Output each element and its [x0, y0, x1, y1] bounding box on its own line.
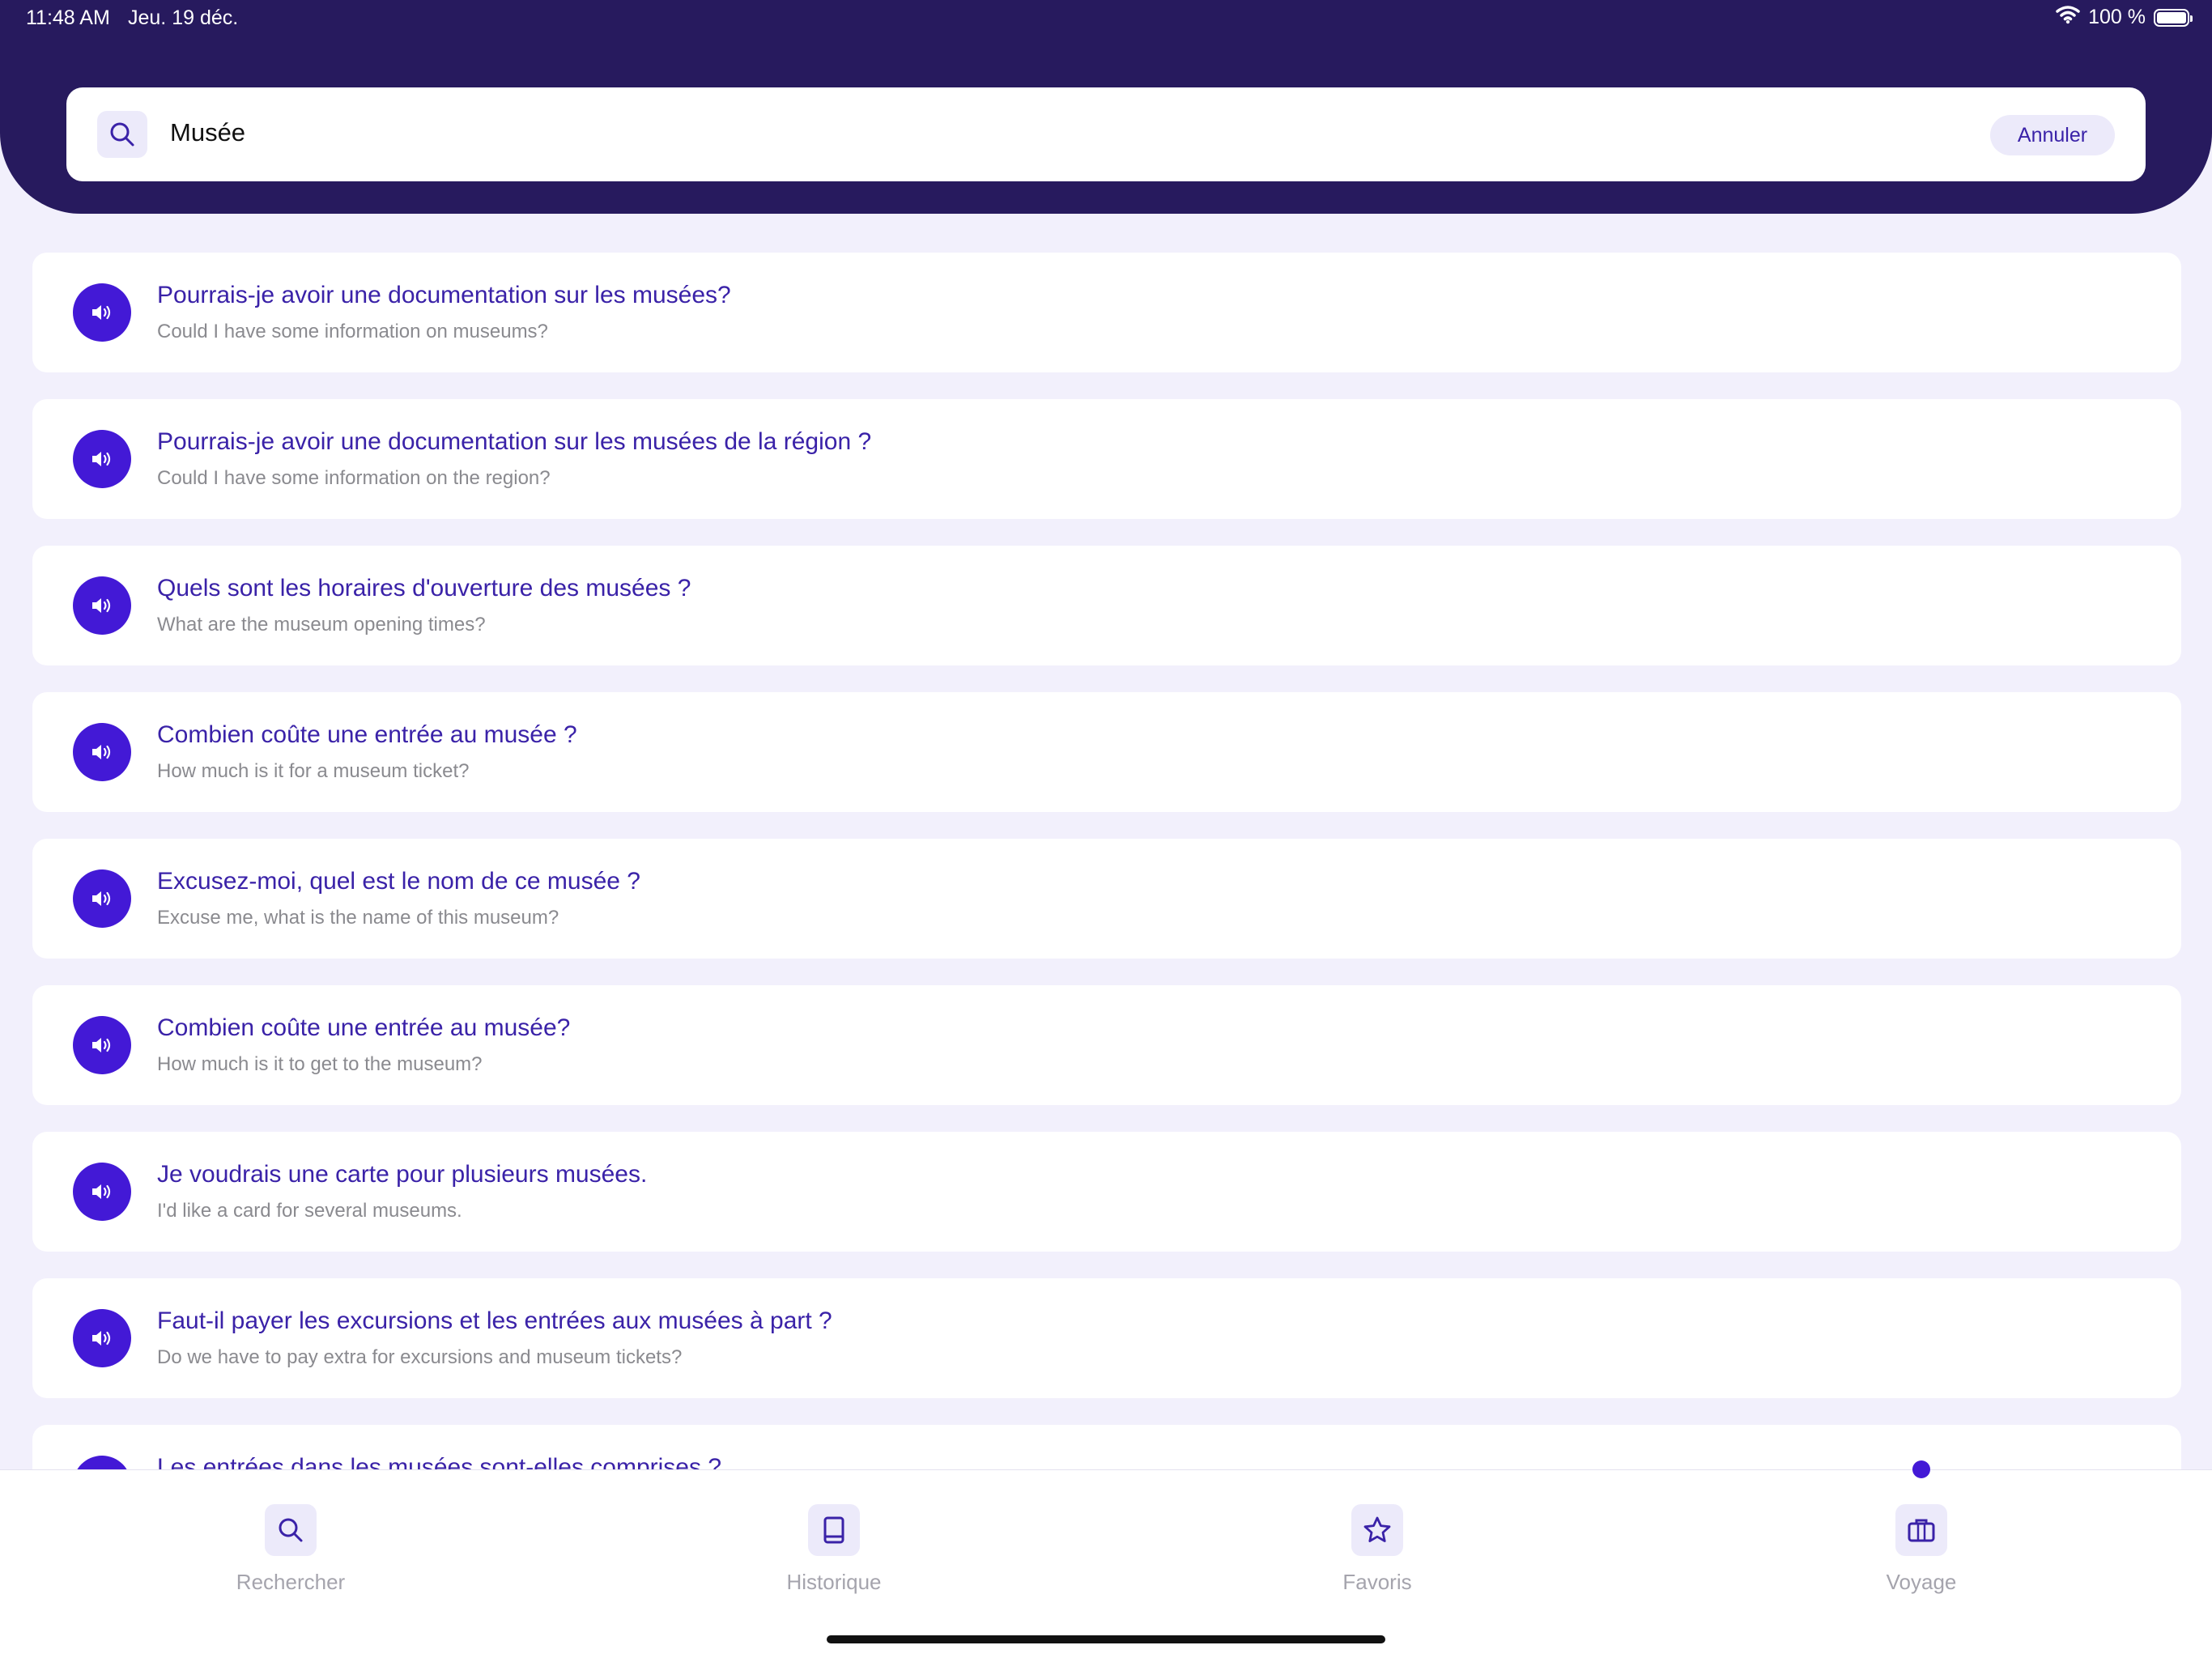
tab-bar: Rechercher Historique Favoris Voyage [0, 1460, 2212, 1658]
battery-percent: 100 % [2088, 6, 2146, 28]
notification-dot [1912, 1460, 1930, 1478]
header: 11:48 AM Jeu. 19 déc. 100 % Musée Annule… [0, 0, 2212, 214]
search-input[interactable]: Musée [170, 118, 245, 147]
translation-text: Could I have some information on the reg… [157, 467, 551, 489]
speaker-icon[interactable] [73, 1309, 131, 1367]
phrase-text: Quels sont les horaires d'ouverture des … [157, 575, 691, 602]
cancel-button[interactable]: Annuler [1990, 115, 2115, 155]
status-date: Jeu. 19 déc. [128, 6, 239, 29]
search-bar[interactable]: Musée Annuler [66, 87, 2146, 181]
phrase-text: Pourrais-je avoir une documentation sur … [157, 282, 731, 308]
tab-label: Voyage [1886, 1570, 1957, 1594]
status-time: 11:48 AM [26, 6, 110, 29]
list-item[interactable]: Je voudrais une carte pour plusieurs mus… [32, 1132, 2181, 1252]
translation-text: How much is it for a museum ticket? [157, 760, 470, 782]
tab-rechercher[interactable]: Rechercher [169, 1470, 412, 1632]
tab-label: Rechercher [236, 1570, 346, 1594]
translation-text: Could I have some information on museums… [157, 321, 548, 342]
tab-label: Favoris [1342, 1570, 1412, 1594]
tab-favoris[interactable]: Favoris [1256, 1470, 1499, 1632]
translation-text: How much is it to get to the museum? [157, 1053, 483, 1075]
phrase-text: Combien coûte une entrée au musée ? [157, 721, 577, 748]
phrase-text: Faut-il payer les excursions et les entr… [157, 1307, 832, 1334]
app-screen: 11:48 AM Jeu. 19 déc. 100 % Musée Annule… [0, 0, 2212, 1658]
battery-icon [2154, 8, 2193, 27]
tab-voyage[interactable]: Voyage [1800, 1460, 2043, 1632]
speaker-icon[interactable] [73, 1016, 131, 1074]
speaker-icon[interactable] [73, 430, 131, 488]
book-icon[interactable] [808, 1504, 860, 1556]
speaker-icon[interactable] [73, 869, 131, 928]
search-icon[interactable] [97, 111, 147, 158]
wifi-icon [2056, 5, 2080, 30]
phrase-text: Excusez-moi, quel est le nom de ce musée… [157, 868, 640, 895]
list-item[interactable]: Faut-il payer les excursions et les entr… [32, 1278, 2181, 1398]
translation-text: I'd like a card for several museums. [157, 1200, 462, 1222]
translation-text: Excuse me, what is the name of this muse… [157, 907, 559, 929]
home-indicator[interactable] [827, 1635, 1385, 1643]
tab-label: Historique [786, 1570, 882, 1594]
translation-text: Do we have to pay extra for excursions a… [157, 1346, 683, 1368]
translation-text: What are the museum opening times? [157, 614, 486, 636]
list-item[interactable]: Combien coûte une entrée au musée? How m… [32, 985, 2181, 1105]
list-item[interactable]: Pourrais-je avoir une documentation sur … [32, 399, 2181, 519]
speaker-icon[interactable] [73, 576, 131, 635]
briefcase-icon[interactable] [1895, 1504, 1947, 1556]
list-item[interactable]: Pourrais-je avoir une documentation sur … [32, 253, 2181, 372]
search-icon[interactable] [265, 1504, 317, 1556]
status-indicators: 100 % [2056, 5, 2193, 30]
phrase-text: Pourrais-je avoir une documentation sur … [157, 428, 872, 455]
list-item[interactable]: Quels sont les horaires d'ouverture des … [32, 546, 2181, 665]
list-item[interactable]: Excusez-moi, quel est le nom de ce musée… [32, 839, 2181, 959]
speaker-icon[interactable] [73, 1163, 131, 1221]
star-icon[interactable] [1351, 1504, 1403, 1556]
phrase-text: Combien coûte une entrée au musée? [157, 1014, 571, 1041]
tab-historique[interactable]: Historique [713, 1470, 955, 1632]
speaker-icon[interactable] [73, 723, 131, 781]
list-item[interactable]: Combien coûte une entrée au musée ? How … [32, 692, 2181, 812]
phrase-text: Je voudrais une carte pour plusieurs mus… [157, 1161, 648, 1188]
speaker-icon[interactable] [73, 283, 131, 342]
